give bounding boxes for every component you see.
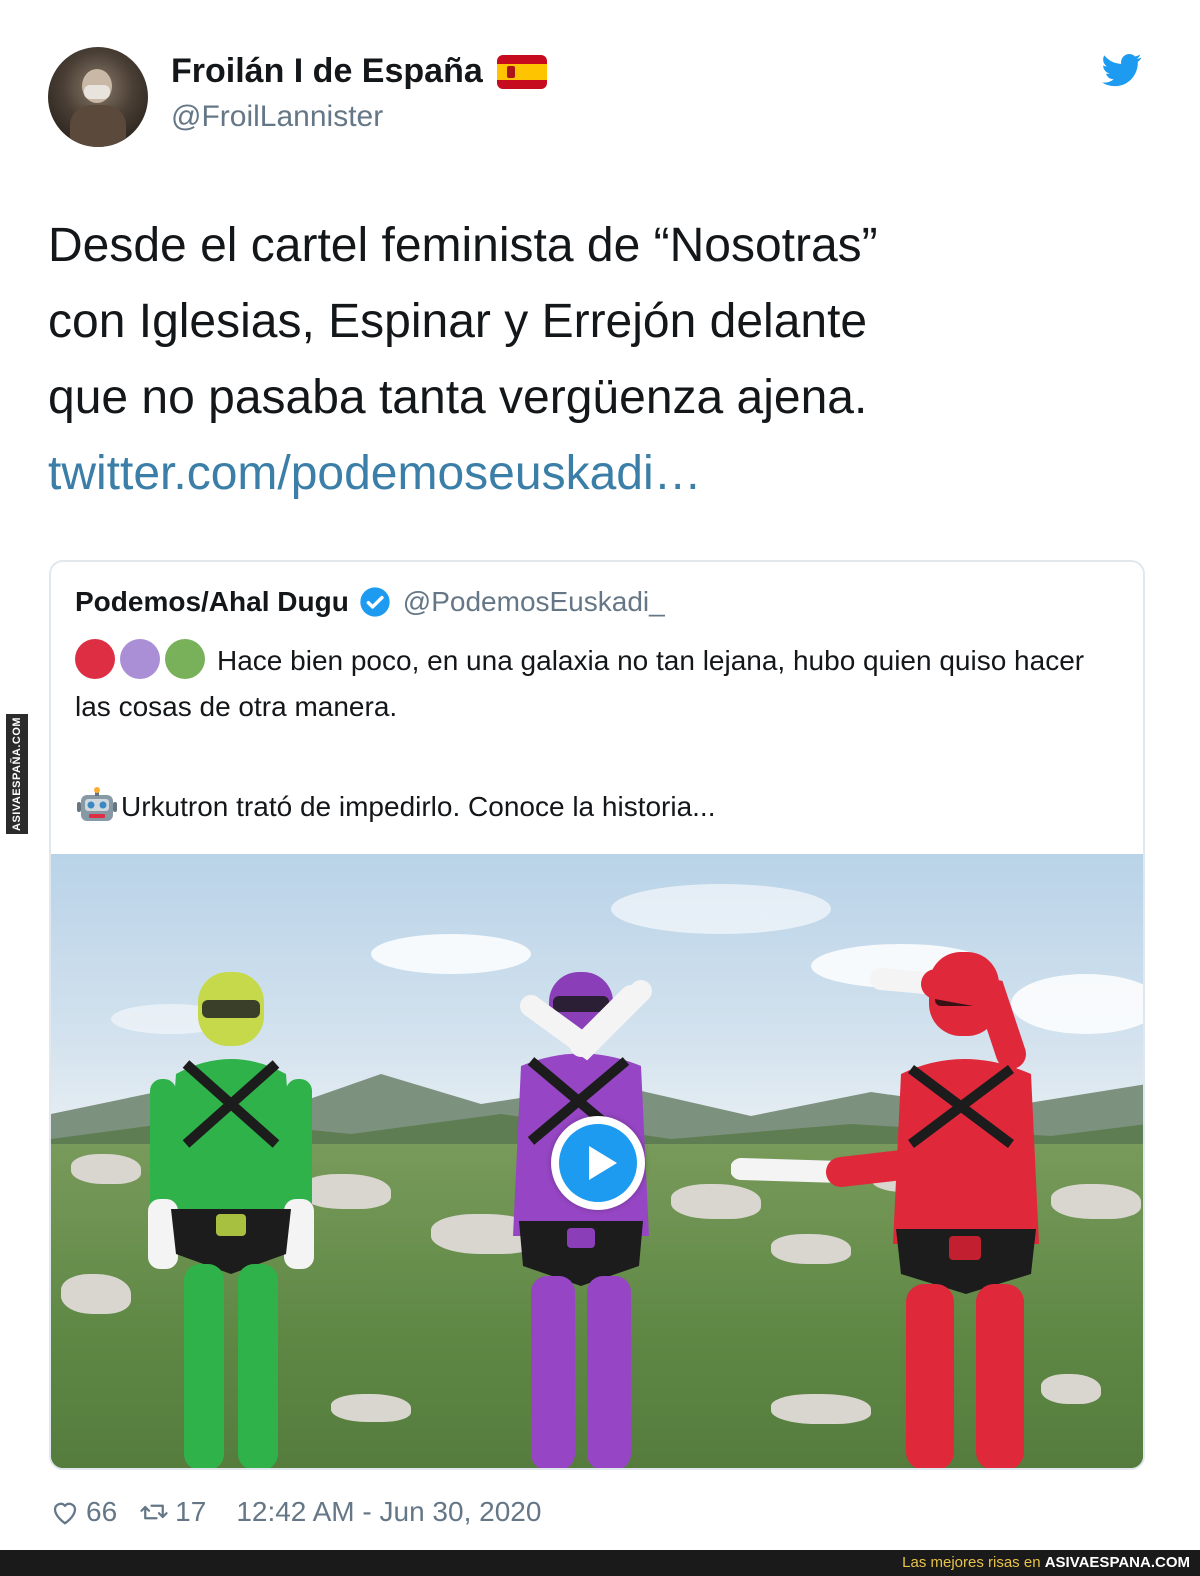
tweet-text-line: que no pasaba tanta vergüenza ajena. xyxy=(48,371,868,424)
tweet-link[interactable]: twitter.com/podemoseuskadi… xyxy=(48,436,1158,512)
green-circle-icon xyxy=(165,639,205,679)
tweet-timestamp[interactable]: 12:42 AM - Jun 30, 2020 xyxy=(236,1496,541,1528)
robot-icon xyxy=(77,787,117,821)
retweet-count: 17 xyxy=(175,1496,207,1527)
play-button[interactable] xyxy=(551,1116,645,1210)
like-count: 66 xyxy=(86,1496,118,1527)
rock-shape xyxy=(1051,1184,1141,1219)
green-ranger-figure xyxy=(148,972,314,1468)
side-watermark: ASIVAESPAÑA.COM xyxy=(6,714,28,834)
purple-ranger-figure xyxy=(513,972,652,1468)
avatar-mask-shape xyxy=(84,85,110,99)
author-name-row[interactable]: Froilán I de España xyxy=(171,52,547,91)
quoted-tweet-text-body: Hace bien poco, en una galaxia no tan le… xyxy=(75,645,1085,722)
avatar[interactable] xyxy=(48,47,148,147)
play-icon xyxy=(559,1124,637,1202)
quoted-tweet-text-line2: Urkutron trató de impedirlo. Conoce la h… xyxy=(75,784,716,830)
spain-flag-icon xyxy=(496,54,547,89)
colored-circles-emoji xyxy=(75,639,205,679)
tweet-text-line: con Iglesias, Espinar y Errejón delante xyxy=(48,295,868,348)
tweet-actions: 66 17 12:42 AM - Jun 30, 2020 xyxy=(50,1496,541,1528)
rock-shape xyxy=(331,1394,411,1422)
rock-shape xyxy=(61,1274,131,1314)
verified-badge-icon xyxy=(360,587,390,617)
author-handle[interactable]: @FroilLannister xyxy=(171,100,383,134)
author-display-name[interactable]: Froilán I de España xyxy=(171,52,483,91)
avatar-body-shape xyxy=(70,105,126,147)
footer-prefix: Las mejores risas en xyxy=(902,1554,1045,1571)
quoted-author-handle[interactable]: @PodemosEuskadi_ xyxy=(403,586,665,618)
video-thumbnail[interactable] xyxy=(51,854,1143,1468)
footer-watermark-bar: Las mejores risas en ASIVAESPANA.COM xyxy=(0,1550,1200,1576)
heart-icon[interactable] xyxy=(50,1497,80,1527)
tweet-text: Desde el cartel feminista de “Nosotras” … xyxy=(48,208,1158,512)
retweet-icon[interactable] xyxy=(139,1497,169,1527)
red-ranger-figure xyxy=(731,952,1039,1468)
purple-circle-icon xyxy=(120,639,160,679)
quoted-author-name[interactable]: Podemos/Ahal Dugu xyxy=(75,586,349,618)
quoted-tweet-text: Hace bien poco, en una galaxia no tan le… xyxy=(75,638,1125,730)
twitter-bird-icon[interactable] xyxy=(1100,50,1144,90)
red-circle-icon xyxy=(75,639,115,679)
footer-site: ASIVAESPANA.COM xyxy=(1044,1554,1190,1571)
rock-shape xyxy=(71,1154,141,1184)
quoted-tweet-text-line2-body: Urkutron trató de impedirlo. Conoce la h… xyxy=(121,791,716,822)
tweet-text-line: Desde el cartel feminista de “Nosotras” xyxy=(48,219,878,272)
tweet-card: Froilán I de España @FroilLannister Desd… xyxy=(0,0,1200,1550)
quoted-tweet-card[interactable]: Podemos/Ahal Dugu @PodemosEuskadi_ Hace … xyxy=(49,560,1145,1470)
quoted-tweet-header: Podemos/Ahal Dugu @PodemosEuskadi_ xyxy=(75,586,665,618)
footer-watermark-text: Las mejores risas en ASIVAESPANA.COM xyxy=(902,1554,1190,1571)
cloud-shape xyxy=(611,884,831,934)
